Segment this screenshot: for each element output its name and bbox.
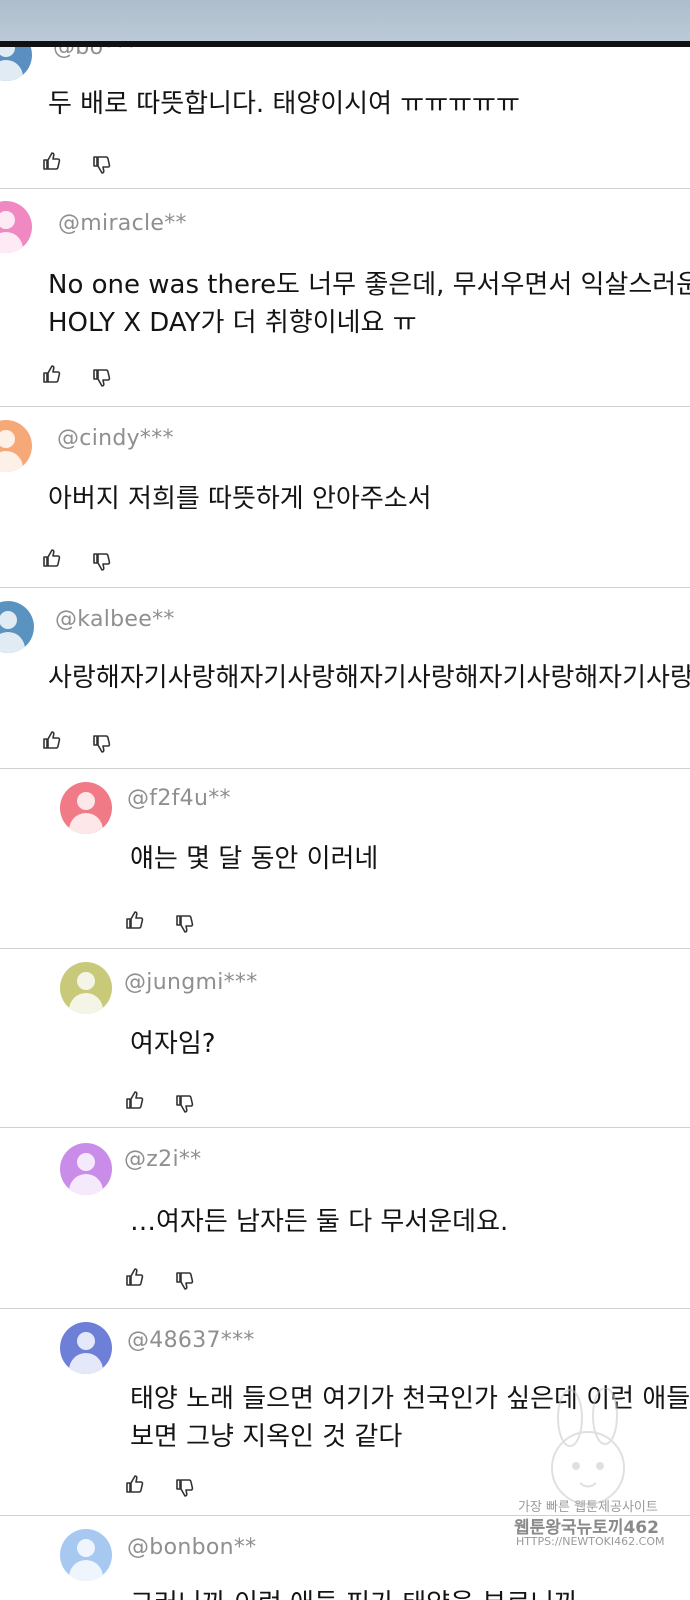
comment-text: …여자든 남자든 둘 다 무서운데요. [130,1203,508,1241]
comment-item: @cindy*** 아버지 저희를 따뜻하게 안아주소서 [0,406,690,588]
avatar[interactable] [60,1322,112,1374]
reply-item: @z2i** …여자든 남자든 둘 다 무서운데요. [0,1127,690,1309]
comment-username[interactable]: @jungmi*** [124,970,258,995]
avatar[interactable] [0,201,32,253]
thumbs-down-icon[interactable] [175,1271,195,1291]
avatar[interactable] [0,420,32,472]
avatar[interactable] [60,1143,112,1195]
thumbs-up-icon[interactable] [125,910,145,930]
comment-text-line: …여자든 남자든 둘 다 무서운데요. [130,1207,509,1237]
comment-item: @kalbee** 사랑해자기사랑해자기사랑해자기사랑해자기사랑해자기사랑해 [0,587,690,769]
comment-text-line: 얘는 몇 달 동안 이러네 [130,844,379,874]
comment-text: 그러니까 이런 애들 피가 태양을 부르니까 [130,1585,578,1600]
comment-text: No one was there도 너무 좋은데, 무서우면서 익살스러운 HO… [48,266,690,342]
thumbs-up-icon[interactable] [42,151,62,171]
thumbs-up-icon[interactable] [42,364,62,384]
comment-username[interactable]: @48637*** [127,1328,255,1353]
comment-text-line: 아버지 저희를 따뜻하게 안아주소서 [48,484,432,514]
comment-item: @miracle** No one was there도 너무 좋은데, 무서우… [0,188,690,407]
comment-username[interactable]: @miracle** [58,211,187,236]
comment-username[interactable]: @z2i** [124,1147,201,1172]
reply-item: @f2f4u** 얘는 몇 달 동안 이러네 [0,768,690,949]
thumbs-down-icon[interactable] [92,552,112,572]
comment-username[interactable]: @bonbon** [127,1535,256,1560]
comment-item: @bo*** 두 배로 따뜻합니다. 태양이시여 ㅠㅠㅠㅠㅠ [0,47,690,189]
comment-text: 여자임? [130,1025,216,1063]
header-background [0,0,690,41]
avatar[interactable] [0,601,34,653]
comment-text-line: 여자임? [130,1029,216,1059]
comment-text-line: 두 배로 따뜻합니다. 태양이시여 ㅠㅠㅠㅠㅠ [48,89,520,119]
comment-text-line: 그러니까 이런 애들 피가 태양을 부르니까 [130,1585,578,1600]
thumbs-up-icon[interactable] [125,1090,145,1110]
comment-username[interactable]: @cindy*** [57,426,174,451]
thumbs-down-icon[interactable] [175,914,195,934]
comment-text: 사랑해자기사랑해자기사랑해자기사랑해자기사랑해자기사랑해 [48,659,690,697]
comment-username[interactable]: @kalbee** [55,607,175,632]
comment-text-line: HOLY X DAY가 더 취향이네요 ㅠ [48,308,417,338]
comment-username[interactable]: @bo*** [53,47,137,60]
thumbs-down-icon[interactable] [92,734,112,754]
comment-text-line: 사랑해자기사랑해자기사랑해자기사랑해자기사랑해자기사랑해 [48,663,690,693]
avatar[interactable] [0,47,32,81]
thumbs-down-icon[interactable] [175,1094,195,1114]
thumbs-up-icon[interactable] [125,1474,145,1494]
avatar[interactable] [60,782,112,834]
watermark-url: HTTPS://NEWTOKI462.COM [516,1535,665,1548]
thumbs-down-icon[interactable] [92,155,112,175]
comment-text-line: No one was there도 너무 좋은데, 무서우면서 익살스러운 [48,270,690,300]
avatar[interactable] [60,1529,112,1581]
thumbs-up-icon[interactable] [42,548,62,568]
reply-item: @jungmi*** 여자임? [0,948,690,1128]
thumbs-down-icon[interactable] [175,1478,195,1498]
thumbs-down-icon[interactable] [92,368,112,388]
comment-username[interactable]: @f2f4u** [127,786,231,811]
avatar[interactable] [60,962,112,1014]
thumbs-up-icon[interactable] [125,1267,145,1287]
thumbs-up-icon[interactable] [42,730,62,750]
comment-text: 얘는 몇 달 동안 이러네 [130,840,378,878]
comment-text: 두 배로 따뜻합니다. 태양이시여 ㅠㅠㅠㅠㅠ [48,85,520,123]
comment-text: 아버지 저희를 따뜻하게 안아주소서 [48,480,432,518]
